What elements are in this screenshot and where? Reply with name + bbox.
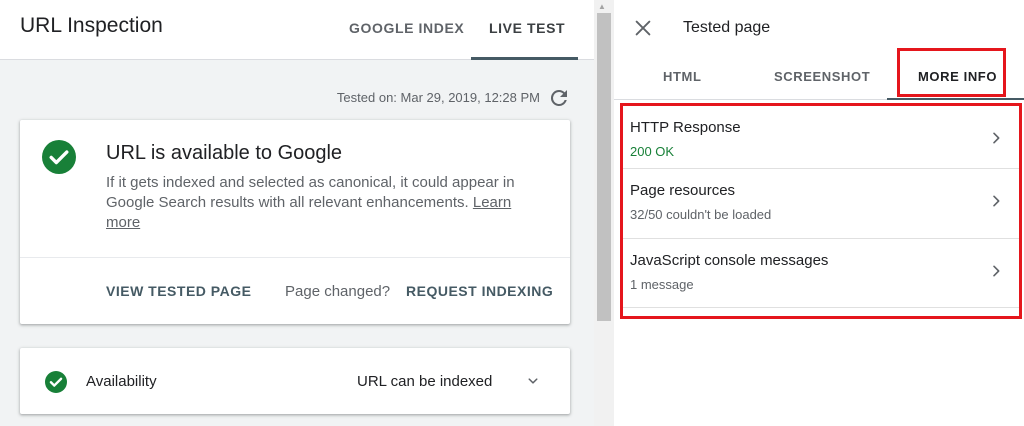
active-tab-indicator: [887, 98, 1024, 100]
chevron-down-icon[interactable]: [524, 372, 542, 390]
tab-screenshot[interactable]: SCREENSHOT: [774, 69, 870, 84]
result-title: URL is available to Google: [106, 142, 343, 164]
result-card: URL is available to Google If it gets in…: [20, 120, 570, 324]
availability-label: Availability: [86, 373, 157, 390]
scroll-up-arrow-icon[interactable]: ▲: [598, 2, 606, 11]
panel-title: Tested page: [683, 19, 771, 36]
item-title: HTTP Response: [630, 119, 741, 136]
item-title: JavaScript console messages: [630, 252, 829, 269]
page-title: URL Inspection: [20, 14, 163, 37]
result-description-text: If it gets indexed and selected as canon…: [106, 174, 515, 211]
availability-row[interactable]: Availability URL can be indexed: [20, 348, 570, 414]
list-item-javascript-console[interactable]: JavaScript console messages 1 message: [623, 239, 1019, 308]
check-circle-icon: [45, 371, 67, 393]
result-description: If it gets indexed and selected as canon…: [106, 173, 536, 233]
view-tested-page-button[interactable]: VIEW TESTED PAGE: [106, 283, 251, 299]
chevron-right-icon: [993, 195, 1000, 207]
url-inspection-panel: URL Inspection GOOGLE INDEX LIVE TEST Te…: [0, 0, 594, 426]
item-subtitle: 1 message: [630, 277, 694, 292]
tab-google-index[interactable]: GOOGLE INDEX: [349, 20, 464, 36]
chevron-right-icon: [993, 265, 1000, 277]
url-inspection-header: URL Inspection GOOGLE INDEX LIVE TEST: [0, 0, 594, 60]
item-subtitle: 32/50 couldn't be loaded: [630, 207, 772, 222]
list-divider: [623, 307, 1019, 308]
tab-html[interactable]: HTML: [663, 69, 702, 84]
tested-page-panel: Tested page HTML SCREENSHOT MORE INFO HT…: [614, 0, 1024, 426]
item-subtitle: 200 OK: [630, 144, 675, 159]
scrollbar[interactable]: ▲: [594, 0, 614, 426]
tab-live-test[interactable]: LIVE TEST: [489, 20, 565, 36]
availability-value: URL can be indexed: [357, 373, 493, 390]
check-circle-icon: [42, 140, 76, 174]
active-tab-indicator: [471, 57, 578, 60]
request-indexing-button[interactable]: REQUEST INDEXING: [406, 283, 553, 299]
list-item-page-resources[interactable]: Page resources 32/50 couldn't be loaded: [623, 169, 1019, 238]
tested-on-timestamp: Tested on: Mar 29, 2019, 12:28 PM: [336, 90, 540, 105]
refresh-icon[interactable]: [547, 86, 571, 110]
more-info-highlight-box: [897, 48, 1006, 97]
list-item-http-response[interactable]: HTTP Response 200 OK: [623, 106, 1019, 175]
page-changed-label: Page changed?: [285, 283, 391, 300]
card-divider: [20, 257, 570, 258]
chevron-right-icon: [993, 132, 1000, 144]
more-info-highlight-list: HTTP Response 200 OK Page resources 32/5…: [620, 103, 1022, 319]
close-icon[interactable]: [632, 17, 654, 39]
scrollbar-thumb[interactable]: [597, 13, 611, 321]
item-title: Page resources: [630, 182, 736, 199]
